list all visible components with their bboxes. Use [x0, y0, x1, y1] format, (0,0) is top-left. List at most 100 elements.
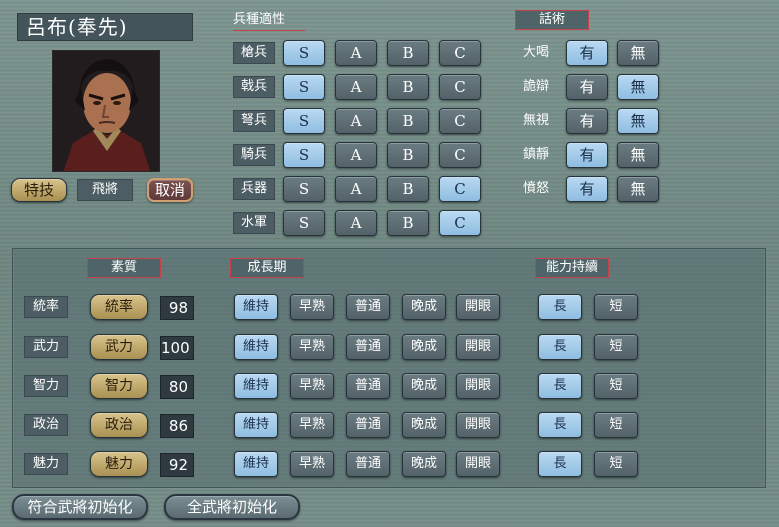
growth-option-button[interactable]: 開眼 — [456, 412, 500, 438]
troop-grade-b-button[interactable]: B — [387, 210, 429, 236]
debate-row-label: 鎮靜 — [522, 147, 549, 162]
growth-option-button[interactable]: 開眼 — [456, 373, 500, 399]
special-skill-value: 飛將 — [77, 179, 133, 201]
stat-value: 98 — [160, 296, 194, 320]
stat-row-label: 政治 — [24, 414, 68, 436]
duration-option-button[interactable]: 短 — [594, 334, 638, 360]
troop-grade-s-button[interactable]: S — [283, 74, 325, 100]
growth-option-button[interactable]: 普通 — [346, 294, 390, 320]
growth-option-button[interactable]: 晚成 — [402, 294, 446, 320]
growth-option-button[interactable]: 維持 — [234, 373, 278, 399]
growth-option-button[interactable]: 維持 — [234, 451, 278, 477]
troop-grade-a-button[interactable]: A — [335, 142, 377, 168]
debate-yes-button[interactable]: 有 — [566, 40, 608, 66]
growth-option-button[interactable]: 晚成 — [402, 373, 446, 399]
growth-option-button[interactable]: 晚成 — [402, 451, 446, 477]
init-matching-generals-button[interactable]: 符合武將初始化 — [12, 494, 148, 520]
debate-title: 話術 — [515, 10, 589, 30]
duration-option-button[interactable]: 長 — [538, 412, 582, 438]
debate-no-button[interactable]: 無 — [617, 74, 659, 100]
troop-grade-c-button[interactable]: C — [439, 40, 481, 66]
duration-option-button[interactable]: 短 — [594, 451, 638, 477]
troop-grade-s-button[interactable]: S — [283, 210, 325, 236]
growth-option-button[interactable]: 開眼 — [456, 334, 500, 360]
growth-option-button[interactable]: 開眼 — [456, 451, 500, 477]
troop-grade-b-button[interactable]: B — [387, 108, 429, 134]
troop-grade-a-button[interactable]: A — [335, 40, 377, 66]
growth-option-button[interactable]: 普通 — [346, 334, 390, 360]
debate-yes-button[interactable]: 有 — [566, 74, 608, 100]
troop-grade-c-button[interactable]: C — [439, 176, 481, 202]
troop-title-underline — [233, 30, 305, 31]
growth-option-button[interactable]: 早熟 — [290, 334, 334, 360]
duration-title: 能力持續 — [535, 258, 609, 278]
stat-value: 86 — [160, 414, 194, 438]
debate-row-label: 大喝 — [522, 45, 549, 60]
debate-no-button[interactable]: 無 — [617, 108, 659, 134]
troop-grade-c-button[interactable]: C — [439, 210, 481, 236]
growth-option-button[interactable]: 晚成 — [402, 412, 446, 438]
troop-grade-a-button[interactable]: A — [335, 176, 377, 202]
debate-no-button[interactable]: 無 — [617, 142, 659, 168]
troop-grade-b-button[interactable]: B — [387, 40, 429, 66]
growth-option-button[interactable]: 普通 — [346, 451, 390, 477]
growth-option-button[interactable]: 維持 — [234, 334, 278, 360]
duration-option-button[interactable]: 短 — [594, 373, 638, 399]
init-all-generals-button[interactable]: 全武將初始化 — [164, 494, 300, 520]
debate-row-label: 無視 — [522, 113, 549, 128]
growth-option-button[interactable]: 普通 — [346, 412, 390, 438]
troop-grade-s-button[interactable]: S — [283, 142, 325, 168]
growth-option-button[interactable]: 維持 — [234, 294, 278, 320]
debate-yes-button[interactable]: 有 — [566, 142, 608, 168]
stat-quality-button[interactable]: 政治 — [90, 412, 148, 438]
special-skill-button[interactable]: 特技 — [11, 178, 67, 202]
troop-grade-c-button[interactable]: C — [439, 74, 481, 100]
general-portrait — [52, 50, 160, 172]
growth-option-button[interactable]: 早熟 — [290, 451, 334, 477]
stat-row-label: 智力 — [24, 375, 68, 397]
troop-aptitude-title: 兵種適性 — [233, 12, 286, 27]
troop-grade-a-button[interactable]: A — [335, 210, 377, 236]
debate-row-label: 憤怒 — [522, 181, 549, 196]
stat-quality-button[interactable]: 武力 — [90, 334, 148, 360]
troop-grade-b-button[interactable]: B — [387, 142, 429, 168]
troop-grade-a-button[interactable]: A — [335, 74, 377, 100]
stat-quality-button[interactable]: 統率 — [90, 294, 148, 320]
growth-title: 成長期 — [230, 258, 304, 278]
troop-grade-c-button[interactable]: C — [439, 142, 481, 168]
growth-option-button[interactable]: 晚成 — [402, 334, 446, 360]
stat-row-label: 武力 — [24, 336, 68, 358]
troop-grade-a-button[interactable]: A — [335, 108, 377, 134]
duration-option-button[interactable]: 短 — [594, 294, 638, 320]
duration-option-button[interactable]: 長 — [538, 334, 582, 360]
troop-grade-s-button[interactable]: S — [283, 40, 325, 66]
growth-option-button[interactable]: 維持 — [234, 412, 278, 438]
stat-quality-button[interactable]: 智力 — [90, 373, 148, 399]
quality-title: 素質 — [87, 258, 161, 278]
troop-grade-s-button[interactable]: S — [283, 108, 325, 134]
duration-option-button[interactable]: 長 — [538, 373, 582, 399]
debate-yes-button[interactable]: 有 — [566, 176, 608, 202]
troop-row-label: 槍兵 — [233, 42, 275, 64]
duration-option-button[interactable]: 長 — [538, 294, 582, 320]
growth-option-button[interactable]: 普通 — [346, 373, 390, 399]
debate-no-button[interactable]: 無 — [617, 176, 659, 202]
troop-grade-s-button[interactable]: S — [283, 176, 325, 202]
troop-grade-c-button[interactable]: C — [439, 108, 481, 134]
growth-option-button[interactable]: 早熟 — [290, 412, 334, 438]
growth-option-button[interactable]: 開眼 — [456, 294, 500, 320]
cancel-button[interactable]: 取消 — [147, 178, 193, 202]
duration-option-button[interactable]: 短 — [594, 412, 638, 438]
growth-option-button[interactable]: 早熟 — [290, 294, 334, 320]
debate-yes-button[interactable]: 有 — [566, 108, 608, 134]
troop-row-label: 戟兵 — [233, 76, 275, 98]
duration-option-button[interactable]: 長 — [538, 451, 582, 477]
debate-no-button[interactable]: 無 — [617, 40, 659, 66]
stat-row-label: 統率 — [24, 296, 68, 318]
troop-grade-b-button[interactable]: B — [387, 176, 429, 202]
growth-option-button[interactable]: 早熟 — [290, 373, 334, 399]
troop-grade-b-button[interactable]: B — [387, 74, 429, 100]
portrait-image — [53, 51, 159, 171]
stat-row-label: 魅力 — [24, 453, 68, 475]
stat-quality-button[interactable]: 魅力 — [90, 451, 148, 477]
